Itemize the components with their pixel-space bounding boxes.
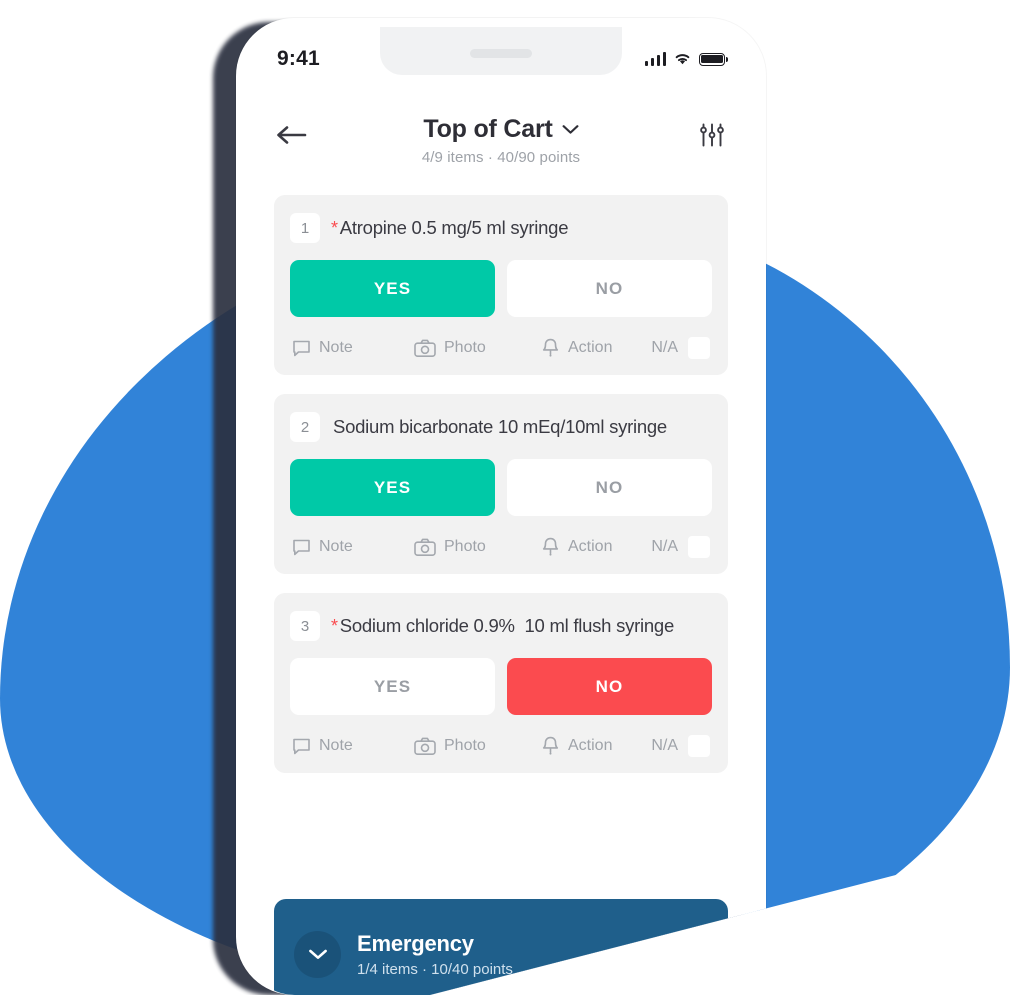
item-label: * Sodium chloride 0.9% 10 ml flush syring… (331, 615, 674, 637)
note-label: Note (319, 538, 353, 555)
na-control[interactable]: N/A (651, 536, 710, 558)
camera-icon (414, 339, 436, 358)
item-actions: Note Photo Action N/A (290, 536, 712, 558)
expand-section-button[interactable] (294, 930, 341, 978)
camera-icon (414, 538, 436, 557)
note-button[interactable]: Note (292, 538, 414, 557)
speech-bubble-icon (292, 737, 311, 756)
camera-icon (414, 737, 436, 756)
item-label: * Atropine 0.5 mg/5 ml syringe (331, 217, 568, 239)
section-banner-emergency[interactable]: Emergency 1/4 items · 10/40 points (274, 899, 728, 995)
page-title: Top of Cart (423, 115, 553, 143)
sliders-filter-icon (697, 120, 727, 150)
no-button[interactable]: NO (507, 658, 712, 715)
phone-screen: 9:41 Top of Cart 4/9 items · 40/90 point… (245, 27, 757, 995)
back-button[interactable] (275, 117, 315, 153)
yes-button[interactable]: YES (290, 658, 495, 715)
bell-icon (541, 537, 560, 557)
cellular-bars-icon (644, 52, 666, 66)
note-button[interactable]: Note (292, 339, 414, 358)
item-header: 3 * Sodium chloride 0.9% 10 ml flush syri… (290, 611, 712, 641)
required-marker: * (331, 616, 338, 636)
no-button[interactable]: NO (507, 459, 712, 516)
checklist-item[interactable]: 2 Sodium bicarbonate 10 mEq/10ml syringe… (274, 394, 728, 574)
note-button[interactable]: Note (292, 737, 414, 756)
na-label: N/A (651, 538, 678, 555)
speech-bubble-icon (292, 339, 311, 358)
filter-button[interactable] (687, 117, 727, 153)
yes-button[interactable]: YES (290, 260, 495, 317)
na-checkbox[interactable] (688, 735, 710, 757)
banner-title: Emergency (357, 930, 474, 956)
photo-label: Photo (444, 538, 486, 555)
no-button[interactable]: NO (507, 260, 712, 317)
item-actions: Note Photo Action N/A (290, 337, 712, 359)
nav-center: Top of Cart 4/9 items · 40/90 points (315, 115, 687, 166)
wifi-icon (673, 52, 692, 66)
action-button[interactable]: Action (541, 736, 651, 756)
na-control[interactable]: N/A (651, 337, 710, 359)
item-number-badge: 3 (290, 611, 320, 641)
bell-icon (541, 736, 560, 756)
chevron-down-icon (562, 124, 579, 135)
item-number-badge: 1 (290, 213, 320, 243)
photo-label: Photo (444, 339, 486, 356)
item-header: 1 * Atropine 0.5 mg/5 ml syringe (290, 213, 712, 243)
phone-frame: 9:41 Top of Cart 4/9 items · 40/90 point… (236, 18, 766, 995)
photo-button[interactable]: Photo (414, 538, 541, 557)
action-label: Action (568, 737, 613, 754)
item-text: Sodium chloride 0.9% 10 ml flush syringe (339, 615, 674, 636)
photo-button[interactable]: Photo (414, 339, 541, 358)
back-arrow-icon (275, 124, 307, 146)
na-control[interactable]: N/A (651, 735, 710, 757)
item-header: 2 Sodium bicarbonate 10 mEq/10ml syringe (290, 412, 712, 442)
action-button[interactable]: Action (541, 338, 651, 358)
na-label: N/A (651, 737, 678, 754)
action-label: Action (568, 339, 613, 356)
yes-button[interactable]: YES (290, 459, 495, 516)
na-checkbox[interactable] (688, 337, 710, 359)
speech-bubble-icon (292, 538, 311, 557)
status-bar: 9:41 (245, 27, 757, 83)
bell-icon (541, 338, 560, 358)
photo-label: Photo (444, 737, 486, 754)
checklist: 1 * Atropine 0.5 mg/5 ml syringe YES NO N… (245, 195, 757, 792)
item-actions: Note Photo Action N/A (290, 735, 712, 757)
status-indicators (644, 52, 728, 66)
checklist-item[interactable]: 3 * Sodium chloride 0.9% 10 ml flush syri… (274, 593, 728, 773)
action-button[interactable]: Action (541, 537, 651, 557)
answer-choices: YES NO (290, 260, 712, 317)
status-time: 9:41 (277, 47, 320, 70)
answer-choices: YES NO (290, 459, 712, 516)
item-text: Sodium bicarbonate 10 mEq/10ml syringe (333, 416, 667, 437)
action-label: Action (568, 538, 613, 555)
composition: 9:41 Top of Cart 4/9 items · 40/90 point… (0, 0, 1024, 995)
chevron-down-icon (308, 948, 328, 961)
item-label: Sodium bicarbonate 10 mEq/10ml syringe (331, 416, 667, 438)
answer-choices: YES NO (290, 658, 712, 715)
note-label: Note (319, 737, 353, 754)
checklist-item[interactable]: 1 * Atropine 0.5 mg/5 ml syringe YES NO N… (274, 195, 728, 375)
title-dropdown[interactable]: Top of Cart (315, 115, 687, 144)
na-label: N/A (651, 339, 678, 356)
battery-full-icon (699, 52, 728, 66)
item-number-badge: 2 (290, 412, 320, 442)
item-text: Atropine 0.5 mg/5 ml syringe (339, 217, 569, 238)
banner-subtitle: 1/4 items · 10/40 points (357, 960, 513, 978)
required-marker: * (331, 218, 338, 238)
page-subtitle: 4/9 items · 40/90 points (421, 149, 581, 166)
note-label: Note (319, 339, 353, 356)
na-checkbox[interactable] (688, 536, 710, 558)
navigation-bar: Top of Cart 4/9 items · 40/90 points (245, 103, 757, 181)
banner-text: Emergency 1/4 items · 10/40 points (357, 931, 513, 978)
photo-button[interactable]: Photo (414, 737, 541, 756)
